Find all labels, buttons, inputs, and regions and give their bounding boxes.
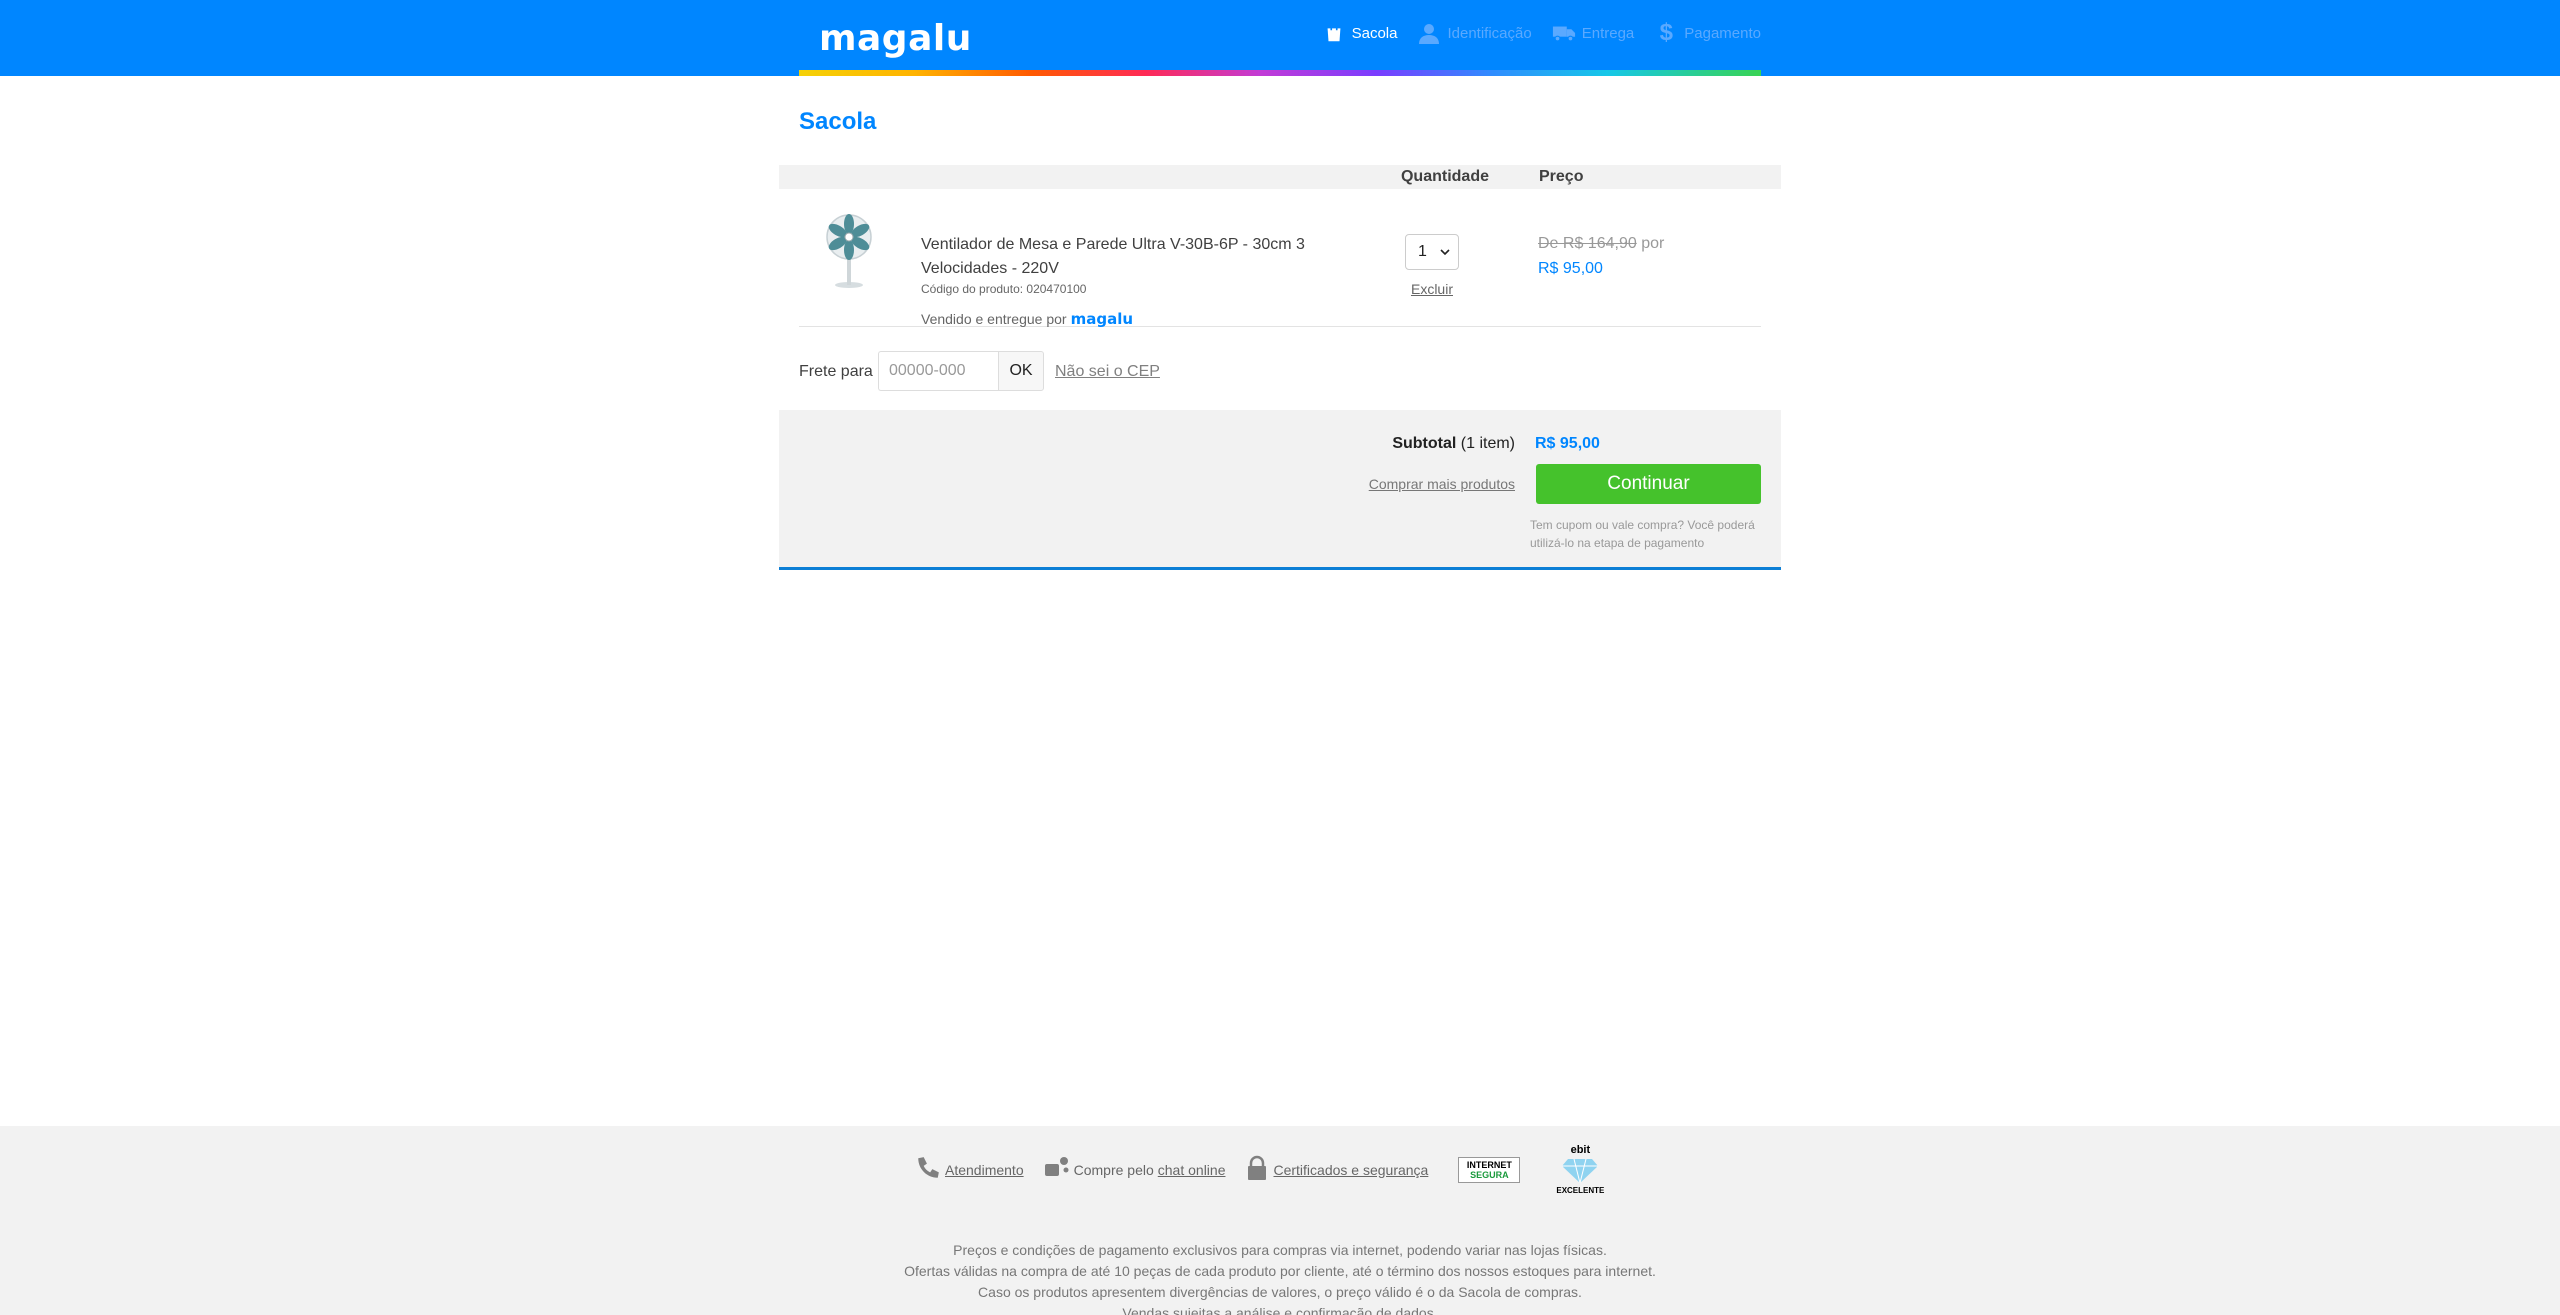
shipping-label: Frete para [799,363,873,380]
footer: Atendimento Compre pelo chat online Cert… [0,1126,2560,1315]
step-label: Identificação [1447,24,1532,42]
checkout-steps: Sacola Identificação Entrega $ Pagamento [1322,18,1761,48]
chat-icon [1044,1156,1070,1183]
coupon-note: Tem cupom ou vale compra? Você poderá ut… [1530,518,1755,550]
column-quantity: Quantidade [1400,168,1489,185]
dollar-icon: $ [1659,19,1673,46]
disclaimer-line: Vendas sujeitas a análise e confirmação … [1122,1305,1438,1315]
cep-input[interactable]: 00000-000 [878,351,998,391]
ebit-seal[interactable]: ebit EXCELENTE [1556,1144,1604,1195]
page-title: Sacola [799,108,877,135]
user-icon [1417,21,1441,45]
chat-link[interactable]: Compre pelo chat online [1044,1156,1226,1183]
diamond-icon [1562,1157,1599,1185]
disclaimer-line: Ofertas válidas na compra de até 10 peça… [904,1263,1656,1279]
internet-segura-seal[interactable]: INTERNET SEGURA [1458,1156,1521,1183]
subtotal-label: Subtotal (1 item) [1392,435,1515,453]
bag-icon [1322,21,1346,45]
subtotal-title: Subtotal [1392,435,1457,452]
more-products-link[interactable]: Comprar mais produtos [1369,476,1515,492]
disclaimer-line: Preços e condições de pagamento exclusiv… [953,1242,1607,1258]
lock-icon [1245,1155,1269,1184]
cart-summary: Subtotal (1 item) R$ 95,00 Comprar mais … [779,410,1781,570]
seal-line-2: SEGURA [1470,1169,1509,1180]
ebit-level: EXCELENTE [1556,1186,1605,1195]
disclaimer-line: Caso os produtos apresentem divergências… [978,1284,1582,1300]
step-identificacao[interactable]: Identificação [1417,21,1532,45]
cart-item: Ventilador de Mesa e Parede Ultra V-30B-… [799,189,1761,328]
certificates-text: Certificados e segurança [1273,1161,1429,1178]
product-code: Código do produto: 020470100 [921,282,1087,296]
step-label: Entrega [1581,24,1635,42]
column-price: Preço [1539,168,1584,185]
header: magalu Sacola Identificação Entrega $ Pa… [0,0,2560,76]
cart-header: Quantidade Preço [779,165,1781,189]
product-name[interactable]: Ventilador de Mesa e Parede Ultra V-30B-… [921,233,1341,281]
chat-text: chat online [1157,1161,1226,1178]
seller-info: Vendido e entregue por magalu [921,310,1133,328]
header-inner: magalu Sacola Identificação Entrega $ Pa… [799,0,1761,76]
shipping-calc: Frete para 00000-000 OK Não sei o CEP [799,327,1781,410]
cep-ok-button[interactable]: OK [998,351,1044,391]
step-label: Pagamento [1684,24,1761,42]
ebit-label: ebit [1570,1144,1591,1156]
remove-link[interactable]: Excluir [1393,281,1471,297]
subtotal-count: (1 item) [1460,435,1515,452]
phone-icon [915,1155,941,1184]
seal-line-1: INTERNET [1466,1159,1512,1170]
quantity-select[interactable]: 1 [1405,234,1459,270]
rainbow-stripe [799,70,1761,76]
dont-know-cep-link[interactable]: Não sei o CEP [1055,363,1160,381]
subtotal-value: R$ 95,00 [1535,435,1600,452]
chat-prefix: Compre pelo [1073,1161,1154,1178]
support-text: Atendimento [945,1161,1024,1178]
price-old-value: De R$ 164,90 [1538,235,1637,252]
truck-icon [1552,21,1576,45]
step-sacola[interactable]: Sacola [1322,21,1398,45]
magalu-logo[interactable]: magalu [819,18,972,59]
price-new: R$ 95,00 [1538,260,1603,277]
seller-text: Vendido e entregue por [921,311,1067,327]
quantity-value: 1 [1418,243,1427,260]
step-entrega[interactable]: Entrega [1552,21,1635,45]
chevron-down-icon [1440,243,1450,261]
step-label: Sacola [1351,24,1398,42]
certificates-link[interactable]: Certificados e segurança [1245,1155,1428,1184]
continue-button[interactable]: Continuar [1536,464,1761,504]
support-link[interactable]: Atendimento [915,1155,1024,1184]
seller-logo: magalu [1070,310,1134,328]
price-old-suffix: por [1641,235,1665,252]
product-image[interactable] [819,209,879,289]
cart: Quantidade Preço Ventilador de Mesa e Pa… [779,165,1781,570]
footer-disclaimer: Preços e condições de pagamento exclusiv… [0,1240,2560,1315]
price-old: De R$ 164,90 por [1538,235,1664,253]
step-pagamento[interactable]: $ Pagamento [1654,19,1761,46]
footer-links: Atendimento Compre pelo chat online Cert… [915,1144,1604,1195]
